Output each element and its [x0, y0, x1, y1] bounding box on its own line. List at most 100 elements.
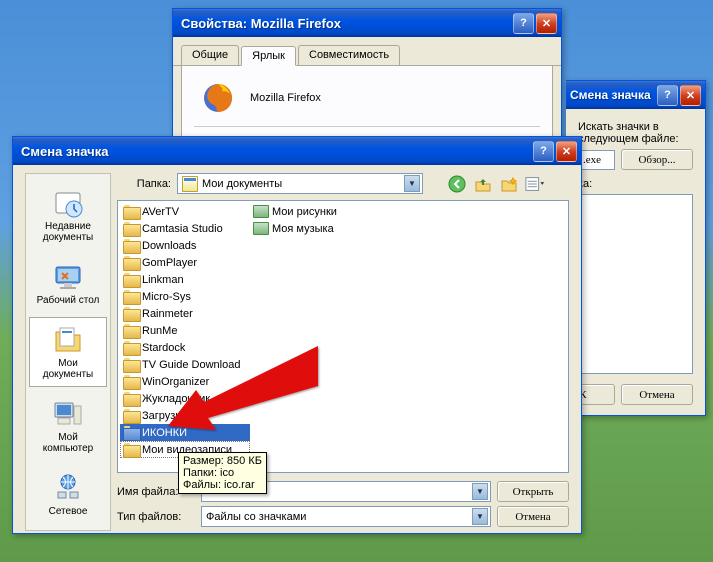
special-folder-icon [253, 222, 269, 235]
folder-icon [123, 273, 139, 286]
folder-icon [123, 222, 139, 235]
help-button[interactable]: ? [657, 85, 678, 106]
folder-icon [123, 426, 139, 439]
special-folder-icon [253, 205, 269, 218]
list-item[interactable]: Rainmeter [120, 305, 250, 322]
up-button[interactable] [473, 174, 493, 194]
folder-icon [123, 205, 139, 218]
list-item-label: GomPlayer [142, 257, 197, 269]
places-bar: Недавние документы Рабочий стол Мои доку… [25, 173, 111, 531]
change-icon-bg-window: Смена значка ? ✕ Искать значки в следующ… [566, 80, 706, 416]
filetype-combo[interactable]: Файлы со значками ▼ [201, 506, 491, 527]
folder-icon [123, 375, 139, 388]
list-item-label: Rainmeter [142, 308, 193, 320]
folder-icon [123, 324, 139, 337]
place-desktop[interactable]: Рабочий стол [29, 254, 107, 313]
open-dialog-title: Смена значка [21, 144, 531, 159]
computer-icon [52, 398, 84, 430]
folder-icon [123, 392, 139, 405]
help-button[interactable]: ? [513, 13, 534, 34]
place-mydocs[interactable]: Мои документы [29, 317, 107, 387]
folder-combo[interactable]: Мои документы ▼ [177, 173, 423, 194]
tooltip: Размер: 850 КБ Папки: ico Файлы: ico.rar [178, 452, 267, 494]
list-item-label: Мои рисунки [272, 206, 337, 218]
list-item[interactable]: Linkman [120, 271, 250, 288]
list-label: ка: [578, 178, 693, 190]
close-button[interactable]: ✕ [556, 141, 577, 162]
list-item[interactable]: ИКОНКИ [120, 424, 250, 441]
list-item-label: Жукладочник [142, 393, 210, 405]
search-label: Искать значки в следующем файле: [578, 121, 693, 145]
list-item-label: Camtasia Studio [142, 223, 223, 235]
desktop-icon [52, 261, 84, 293]
recent-icon [52, 187, 84, 219]
list-item[interactable]: Downloads [120, 237, 250, 254]
place-network[interactable]: Сетевое [29, 465, 107, 524]
folder-icon [123, 358, 139, 371]
list-item[interactable]: Stardock [120, 339, 250, 356]
list-item-label: WinOrganizer [142, 376, 209, 388]
icon-path-input[interactable] [578, 150, 615, 170]
new-folder-button[interactable] [499, 174, 519, 194]
tab-compat[interactable]: Совместимость [298, 45, 400, 65]
list-item-label: TV Guide Download [142, 359, 240, 371]
list-item[interactable]: TV Guide Download [120, 356, 250, 373]
network-icon [52, 472, 84, 504]
browse-button[interactable]: Обзор... [621, 149, 693, 170]
file-list[interactable]: AVerTV Camtasia Studio Downloads GomPlayer L… [117, 200, 569, 473]
tab-shortcut[interactable]: Ярлык [241, 46, 296, 66]
chevron-down-icon[interactable]: ▼ [472, 483, 488, 500]
list-item-label: Micro-Sys [142, 291, 191, 303]
place-computer[interactable]: Мой компьютер [29, 391, 107, 461]
list-item-label: Linkman [142, 274, 184, 286]
close-button[interactable]: ✕ [680, 85, 701, 106]
chevron-down-icon[interactable]: ▼ [404, 175, 420, 192]
filetype-value: Файлы со значками [206, 511, 306, 523]
firefox-icon [202, 82, 234, 114]
cancel-button[interactable]: Отмена [497, 506, 569, 527]
list-item[interactable]: Жукладочник [120, 390, 250, 407]
list-item-label: ИКОНКИ [142, 427, 187, 439]
folder-combo-value: Мои документы [202, 178, 282, 190]
list-item[interactable]: Мои рисунки [250, 203, 380, 220]
list-item[interactable]: AVerTV [120, 203, 250, 220]
list-item-label: Загрузки [142, 410, 186, 422]
list-item[interactable]: Загрузки [120, 407, 250, 424]
properties-title: Свойства: Mozilla Firefox [181, 16, 511, 31]
folder-icon [123, 239, 139, 252]
list-item[interactable]: WinOrganizer [120, 373, 250, 390]
mydocs-icon [52, 324, 84, 356]
toolbar: Папка: Мои документы ▼ [117, 173, 569, 194]
list-item[interactable]: Camtasia Studio [120, 220, 250, 237]
folder-icon [123, 341, 139, 354]
back-button[interactable] [447, 174, 467, 194]
change-icon-bg-titlebar: Смена значка ? ✕ [566, 81, 705, 109]
properties-titlebar: Свойства: Mozilla Firefox ? ✕ [173, 9, 561, 37]
folder-icon [123, 307, 139, 320]
change-icon-bg-body: Искать значки в следующем файле: Обзор..… [566, 109, 705, 417]
properties-body: Mozilla Firefox [181, 66, 553, 140]
tab-row: Общие Ярлык Совместимость [173, 37, 561, 66]
open-dialog-titlebar: Смена значка ? ✕ [13, 137, 581, 165]
folder-icon [123, 256, 139, 269]
tab-general[interactable]: Общие [181, 45, 239, 65]
list-item[interactable]: RunMe [120, 322, 250, 339]
place-recent[interactable]: Недавние документы [29, 180, 107, 250]
list-item-label: Моя музыка [272, 223, 334, 235]
list-item[interactable]: Моя музыка [250, 220, 380, 237]
open-button[interactable]: Открыть [497, 481, 569, 502]
chevron-down-icon[interactable]: ▼ [472, 508, 488, 525]
app-name-label: Mozilla Firefox [250, 92, 321, 104]
list-item[interactable]: GomPlayer [120, 254, 250, 271]
folder-icon [123, 290, 139, 303]
list-item-label: AVerTV [142, 206, 179, 218]
folder-icon [123, 409, 139, 422]
cancel-button[interactable]: Отмена [621, 384, 693, 405]
help-button[interactable]: ? [533, 141, 554, 162]
views-button[interactable] [525, 174, 545, 194]
list-item-label: Downloads [142, 240, 196, 252]
icon-list[interactable] [578, 194, 693, 374]
list-item[interactable]: Micro-Sys [120, 288, 250, 305]
folder-icon [123, 443, 139, 456]
close-button[interactable]: ✕ [536, 13, 557, 34]
